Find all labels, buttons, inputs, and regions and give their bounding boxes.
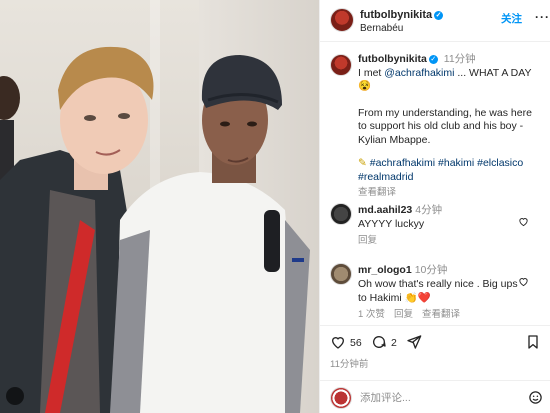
caption-text: futbolbynikita ✓ 11分钟 I met @achrafhakimi… <box>358 53 543 200</box>
author-avatar[interactable] <box>330 8 354 32</box>
dizzy-emoji: 😵 <box>358 80 372 92</box>
comment-actions: 回复 <box>358 234 518 248</box>
tag-icon[interactable] <box>6 387 24 405</box>
photo-illustration <box>0 46 310 413</box>
location-link[interactable]: Bernabéu <box>360 23 403 34</box>
hashtag-list[interactable]: ✎ #achrafhakimi #hakimi #elclasico #real… <box>358 157 543 184</box>
comment-text: AYYYY luckyy <box>358 218 425 230</box>
post-action-bar: 56 2 <box>320 332 550 354</box>
clap-heart-emoji: 👏❤️ <box>404 292 431 304</box>
reply-button[interactable]: 回复 <box>394 309 413 320</box>
pencil-icon: ✎ <box>358 157 367 169</box>
comment-text: Oh wow that's really nice . Big ups to H… <box>358 278 518 304</box>
comment-time: 4分钟 <box>415 204 443 216</box>
comment-body: mr_ologo1 10分钟 Oh wow that's really nice … <box>358 263 518 322</box>
caption-translate-link[interactable]: 查看翻译 <box>358 186 543 200</box>
commenter-avatar[interactable] <box>330 203 352 225</box>
comment-compose <box>320 384 550 413</box>
like-comment-heart-icon[interactable] <box>518 276 529 287</box>
like-count[interactable]: 56 <box>350 337 362 349</box>
caption-username[interactable]: futbolbynikita <box>358 53 427 65</box>
comment-actions: 1 次赞 回复 查看翻译 <box>358 308 518 322</box>
commenter-username[interactable]: mr_ologo1 <box>358 264 412 276</box>
caption-line1-suffix: ... WHAT A DAY <box>454 66 532 79</box>
comment-body: md.aahil23 4分钟 AYYYY luckyy 回复 <box>358 203 518 248</box>
hashtags-text[interactable]: #achrafhakimi #hakimi #elclasico #realma… <box>358 157 523 183</box>
reply-button[interactable]: 回复 <box>358 235 377 246</box>
compose-divider <box>320 380 550 381</box>
comment-like-count[interactable]: 1 次赞 <box>358 309 385 320</box>
emoji-icon[interactable] <box>528 390 543 405</box>
comment-time: 10分钟 <box>414 264 448 276</box>
bookmark-icon[interactable] <box>525 334 541 350</box>
verified-badge-icon: ✓ <box>434 10 444 20</box>
post-panel: futbolbynikita ✓ Bernabéu 关注 ··· futbolby… <box>319 0 550 413</box>
mention-link[interactable]: @achrafhakimi <box>384 67 454 79</box>
share-paper-plane-icon[interactable] <box>406 334 422 350</box>
caption-avatar[interactable] <box>330 54 352 76</box>
more-options-icon[interactable]: ··· <box>535 10 550 24</box>
comment-input[interactable] <box>360 389 510 407</box>
post-date: 11分钟前 <box>330 359 369 370</box>
author-username[interactable]: futbolbynikita ✓ <box>360 9 444 21</box>
author-username-text[interactable]: futbolbynikita <box>360 9 432 21</box>
comment-bubble-icon[interactable] <box>371 334 387 350</box>
caption-paragraph: From my understanding, he was here to su… <box>358 106 532 146</box>
like-comment-heart-icon[interactable] <box>518 216 529 227</box>
verified-badge-icon: ✓ <box>428 54 438 64</box>
commenter-avatar[interactable] <box>330 263 352 285</box>
instagram-post-view: futbolbynikita ✓ Bernabéu 关注 ··· futbolby… <box>0 0 550 413</box>
comment-translate-link[interactable]: 查看翻译 <box>422 309 460 320</box>
follow-button[interactable]: 关注 <box>501 11 522 26</box>
comment-count[interactable]: 2 <box>391 337 397 349</box>
post-photo[interactable] <box>0 0 319 413</box>
caption-time: 11分钟 <box>443 53 476 65</box>
commenter-username[interactable]: md.aahil23 <box>358 204 412 216</box>
like-heart-icon[interactable] <box>330 334 346 350</box>
post-header: futbolbynikita ✓ Bernabéu 关注 ··· <box>320 0 550 42</box>
my-avatar[interactable] <box>330 387 352 409</box>
actions-divider <box>320 325 550 326</box>
caption-line1-prefix: I met <box>358 66 385 79</box>
